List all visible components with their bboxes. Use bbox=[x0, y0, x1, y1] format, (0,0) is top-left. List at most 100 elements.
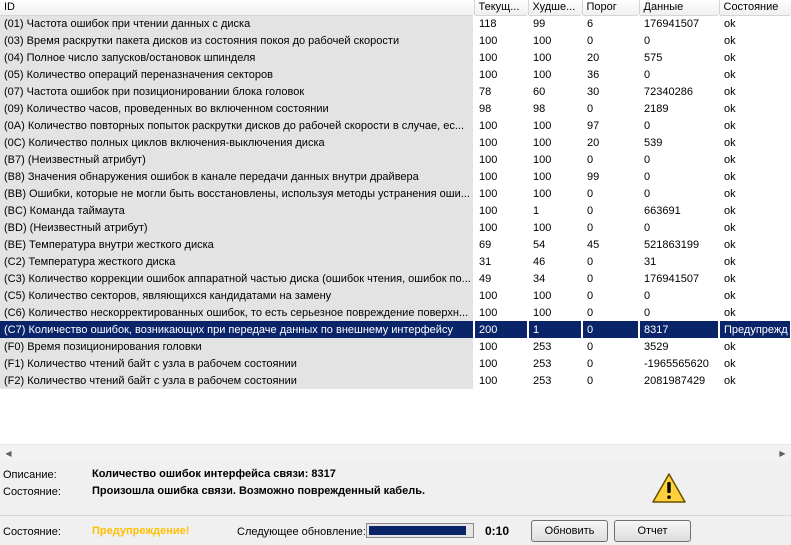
cell-worst: 100 bbox=[528, 304, 583, 321]
table-row[interactable]: (C5) Количество секторов, являющихся кан… bbox=[0, 287, 791, 304]
attributes-grid[interactable]: ID Текущ... Худше... Порог Данные Состоя… bbox=[0, 0, 791, 461]
table-row[interactable]: (F0) Время позиционирования головки 100 25… bbox=[0, 338, 791, 355]
cell-threshold: 0 bbox=[582, 372, 640, 389]
cell-threshold: 99 bbox=[582, 168, 640, 185]
cell-state: ok bbox=[719, 236, 791, 253]
cell-worst: 60 bbox=[528, 83, 583, 100]
refresh-button[interactable]: Обновить bbox=[531, 520, 608, 542]
column-header-threshold[interactable]: Порог bbox=[582, 0, 640, 16]
cell-data: 521863199 bbox=[639, 236, 720, 253]
cell-worst: 100 bbox=[528, 185, 583, 202]
table-row[interactable]: (C2) Температура жесткого диска 31 46 0 31 ok bbox=[0, 253, 791, 270]
cell-worst: 100 bbox=[528, 287, 583, 304]
table-row[interactable]: (09) Количество часов, проведенных во вк… bbox=[0, 100, 791, 117]
cell-threshold: 0 bbox=[582, 100, 640, 117]
cell-threshold: 6 bbox=[582, 15, 640, 32]
cell-worst: 99 bbox=[528, 15, 583, 32]
cell-data: 31 bbox=[639, 253, 720, 270]
cell-data: 0 bbox=[639, 168, 720, 185]
cell-state: ok bbox=[719, 219, 791, 236]
cell-current: 100 bbox=[474, 134, 529, 151]
table-row[interactable]: (BB) Ошибки, которые не могли быть восст… bbox=[0, 185, 791, 202]
cell-threshold: 0 bbox=[582, 32, 640, 49]
table-row[interactable]: (05) Количество операций переназначения … bbox=[0, 66, 791, 83]
table-row[interactable]: (F1) Количество чтений байт с узла в раб… bbox=[0, 355, 791, 372]
cell-state: ok bbox=[719, 66, 791, 83]
update-timer: 0:10 bbox=[485, 524, 510, 538]
cell-current: 100 bbox=[474, 372, 529, 389]
table-row[interactable]: (C7) Количество ошибок, возникающих при … bbox=[0, 321, 791, 338]
cell-worst: 1 bbox=[528, 321, 583, 338]
cell-current: 100 bbox=[474, 287, 529, 304]
table-row[interactable]: (04) Полное число запусков/остановок шпи… bbox=[0, 49, 791, 66]
cell-threshold: 45 bbox=[582, 236, 640, 253]
cell-data: 176941507 bbox=[639, 270, 720, 287]
column-header-id[interactable]: ID bbox=[0, 0, 475, 16]
cell-id: (C3) Количество коррекции ошибок аппарат… bbox=[0, 270, 475, 287]
cell-current: 100 bbox=[474, 168, 529, 185]
arrow-left-icon[interactable]: ◀ bbox=[0, 445, 17, 461]
cell-worst: 100 bbox=[528, 168, 583, 185]
report-button[interactable]: Отчет bbox=[614, 520, 691, 542]
cell-state: ok bbox=[719, 372, 791, 389]
column-header-worst[interactable]: Худше... bbox=[528, 0, 583, 16]
cell-id: (BE) Температура внутри жесткого диска bbox=[0, 236, 475, 253]
cell-worst: 100 bbox=[528, 49, 583, 66]
table-row[interactable]: (C3) Количество коррекции ошибок аппарат… bbox=[0, 270, 791, 287]
table-row[interactable]: (C6) Количество нескорректированных ошиб… bbox=[0, 304, 791, 321]
cell-data: 8317 bbox=[639, 321, 720, 338]
column-header-data[interactable]: Данные bbox=[639, 0, 720, 16]
cell-id: (05) Количество операций переназначения … bbox=[0, 66, 475, 83]
cell-id: (B8) Значения обнаружения ошибок в канал… bbox=[0, 168, 475, 185]
status-value: Предупреждение! bbox=[92, 525, 190, 537]
cell-data: 0 bbox=[639, 185, 720, 202]
cell-id: (BC) Команда таймаута bbox=[0, 202, 475, 219]
table-row[interactable]: (03) Время раскрутки пакета дисков из со… bbox=[0, 32, 791, 49]
table-row[interactable]: (0A) Количество повторных попыток раскру… bbox=[0, 117, 791, 134]
cell-worst: 100 bbox=[528, 32, 583, 49]
table-row[interactable]: (01) Частота ошибок при чтении данных с … bbox=[0, 15, 791, 32]
arrow-right-icon[interactable]: ▶ bbox=[774, 445, 791, 461]
cell-threshold: 0 bbox=[582, 304, 640, 321]
cell-state: ok bbox=[719, 287, 791, 304]
cell-data: 539 bbox=[639, 134, 720, 151]
cell-current: 200 bbox=[474, 321, 529, 338]
cell-data: 2081987429 bbox=[639, 372, 720, 389]
cell-current: 118 bbox=[474, 15, 529, 32]
cell-state: ok bbox=[719, 32, 791, 49]
cell-state: ok bbox=[719, 117, 791, 134]
table-row[interactable]: (07) Частота ошибок при позиционировании… bbox=[0, 83, 791, 100]
cell-worst: 253 bbox=[528, 372, 583, 389]
table-row[interactable]: (B8) Значения обнаружения ошибок в канал… bbox=[0, 168, 791, 185]
cell-threshold: 0 bbox=[582, 321, 640, 338]
cell-id: (0A) Количество повторных попыток раскру… bbox=[0, 117, 475, 134]
table-row[interactable]: (B7) (Неизвестный атрибут) 100 100 0 0 ok bbox=[0, 151, 791, 168]
cell-data: -1965565620 bbox=[639, 355, 720, 372]
table-row[interactable]: (BC) Команда таймаута 100 1 0 663691 ok bbox=[0, 202, 791, 219]
cell-worst: 100 bbox=[528, 151, 583, 168]
column-header-state[interactable]: Состояние bbox=[719, 0, 791, 16]
header-row: ID Текущ... Худше... Порог Данные Состоя… bbox=[0, 0, 791, 16]
cell-id: (C7) Количество ошибок, возникающих при … bbox=[0, 321, 475, 338]
cell-worst: 100 bbox=[528, 66, 583, 83]
table-row[interactable]: (F2) Количество чтений байт с узла в раб… bbox=[0, 372, 791, 389]
cell-current: 31 bbox=[474, 253, 529, 270]
cell-id: (F1) Количество чтений байт с узла в раб… bbox=[0, 355, 475, 372]
cell-current: 69 bbox=[474, 236, 529, 253]
cell-current: 100 bbox=[474, 338, 529, 355]
cell-id: (03) Время раскрутки пакета дисков из со… bbox=[0, 32, 475, 49]
cell-threshold: 20 bbox=[582, 49, 640, 66]
cell-data: 0 bbox=[639, 151, 720, 168]
cell-id: (C5) Количество секторов, являющихся кан… bbox=[0, 287, 475, 304]
cell-threshold: 0 bbox=[582, 287, 640, 304]
cell-id: (BB) Ошибки, которые не могли быть восст… bbox=[0, 185, 475, 202]
cell-threshold: 0 bbox=[582, 185, 640, 202]
cell-data: 72340286 bbox=[639, 83, 720, 100]
horizontal-scrollbar[interactable]: ◀ ▶ bbox=[0, 444, 791, 461]
table-row[interactable]: (0C) Количество полных циклов включения-… bbox=[0, 134, 791, 151]
next-update-label: Следующее обновление: bbox=[237, 526, 366, 538]
cell-data: 0 bbox=[639, 32, 720, 49]
column-header-current[interactable]: Текущ... bbox=[474, 0, 529, 16]
table-row[interactable]: (BE) Температура внутри жесткого диска 69… bbox=[0, 236, 791, 253]
table-row[interactable]: (BD) (Неизвестный атрибут) 100 100 0 0 ok bbox=[0, 219, 791, 236]
